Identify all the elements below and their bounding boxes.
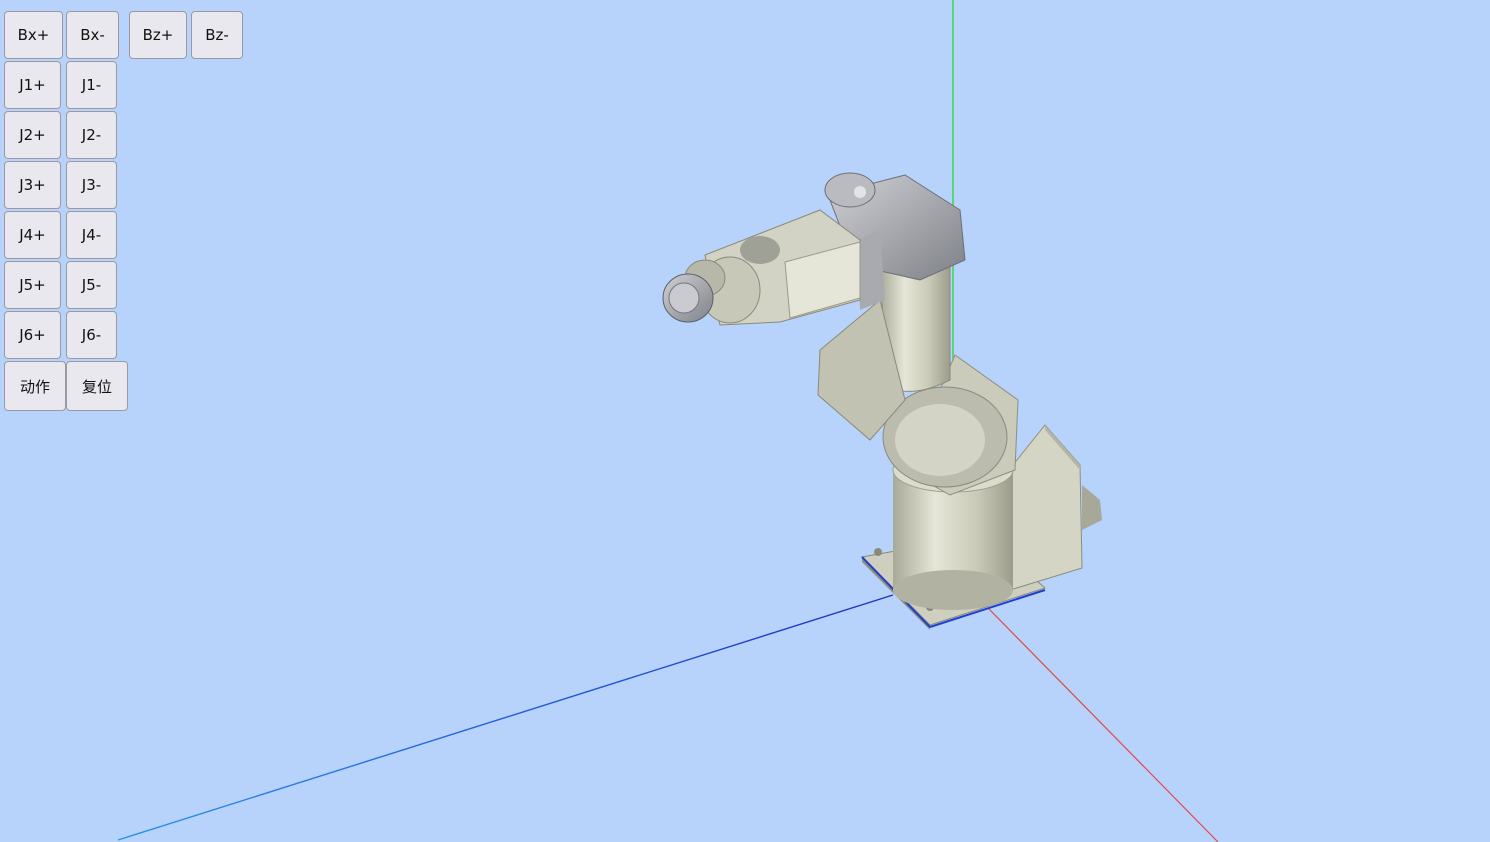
j3-plus-button[interactable]: J3+ [4,161,61,209]
j1-minus-button[interactable]: J1- [66,61,117,109]
z-axis-line [117,594,894,841]
j1-plus-button[interactable]: J1+ [4,61,61,109]
j5-plus-button[interactable]: J5+ [4,261,61,309]
j4-plus-button[interactable]: J4+ [4,211,61,259]
j2-plus-button[interactable]: J2+ [4,111,61,159]
x-axis-line [987,607,1219,842]
j3-minus-button[interactable]: J3- [66,161,117,209]
bx-minus-button[interactable]: Bx- [66,11,119,59]
j2-minus-button[interactable]: J2- [66,111,117,159]
bx-plus-button[interactable]: Bx+ [4,11,63,59]
j6-plus-button[interactable]: J6+ [4,311,61,359]
j4-minus-button[interactable]: J4- [66,211,117,259]
robot-arm-model[interactable] [662,172,1102,630]
j6-minus-button[interactable]: J6- [66,311,117,359]
3d-viewport[interactable] [0,0,1490,842]
bz-plus-button[interactable]: Bz+ [129,11,187,59]
bz-minus-button[interactable]: Bz- [191,11,243,59]
action-button[interactable]: 动作 [4,361,66,411]
reset-button[interactable]: 复位 [66,361,128,411]
j5-minus-button[interactable]: J5- [66,261,117,309]
